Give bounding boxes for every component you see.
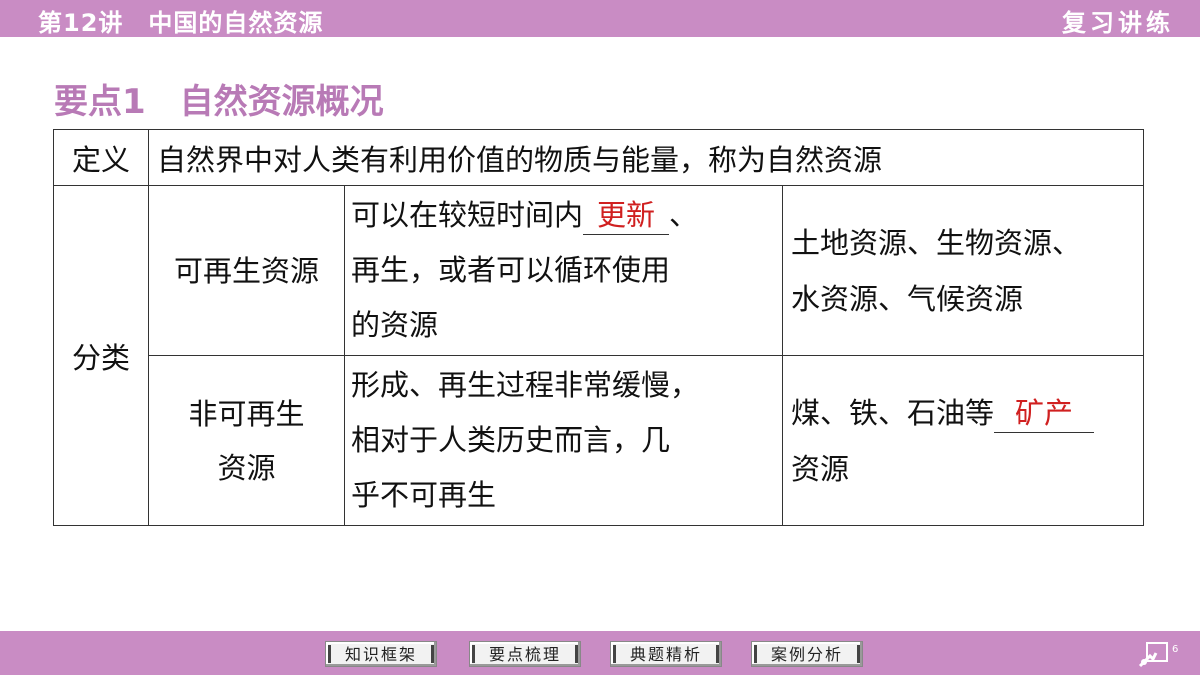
renewable-desc-after-3: 的资源 — [351, 308, 439, 342]
nonrenewable-desc-1: 形成、再生过程非常缓慢， — [351, 368, 700, 402]
nav-button-knowledge-framework[interactable]: 知识框架 — [325, 641, 437, 667]
renewable-examples-1: 土地资源、生物资源、 — [791, 225, 1082, 260]
renewable-desc-before: 可以在较短时间内 — [351, 198, 584, 232]
renewable-type: 可再生资源 — [148, 185, 345, 356]
nonrenewable-type: 非可再生 资源 — [148, 355, 345, 526]
renewable-examples: 土地资源、生物资源、 水资源、气候资源 — [782, 185, 1144, 356]
nav-button-typical-examples[interactable]: 典题精析 — [610, 641, 722, 667]
nonrenewable-desc-2: 相对于人类历史而言，几 — [351, 423, 671, 457]
nonrenewable-examples-after: 资源 — [791, 451, 850, 486]
renewable-desc-after-2: 再生，或者可以循环使用 — [351, 253, 671, 287]
page-pointer-icon[interactable] — [1138, 640, 1172, 668]
nonrenewable-description: 形成、再生过程非常缓慢， 相对于人类历史而言，几 乎不可再生 — [344, 355, 783, 526]
nonrenewable-type-2: 资源 — [217, 450, 276, 485]
definition-label: 定义 — [53, 129, 149, 186]
lecture-title: 第12讲 中国的自然资源 — [38, 9, 324, 37]
nav-button-case-analysis[interactable]: 案例分析 — [751, 641, 863, 667]
header-bar: 第12讲 中国的自然资源 复习讲练 — [0, 0, 1200, 37]
table-row: 定义 自然界中对人类有利用价值的物质与能量，称为自然资源 — [53, 129, 1144, 186]
section-label: 复习讲练 — [1062, 9, 1174, 37]
table-row: 分类 可再生资源 可以在较短时间内 更新、再生，或者可以循环使用 的资源 土地资源、… — [53, 185, 1144, 526]
nav-button-key-points[interactable]: 要点梳理 — [469, 641, 581, 667]
nonrenewable-examples-before: 煤、铁、石油等 — [791, 395, 995, 430]
page-number: 6 — [1172, 644, 1179, 655]
section-heading: 要点1 自然资源概况 — [54, 82, 384, 122]
nonrenewable-type-1: 非可再生 — [188, 396, 305, 431]
table-row: 非可再生资源 形成、再生过程非常缓慢， 相对于人类历史而言，几 乎不可再生 煤、铁、… — [54, 355, 1144, 526]
definition-text: 自然界中对人类有利用价值的物质与能量，称为自然资源 — [148, 129, 1144, 186]
renewable-examples-2: 水资源、气候资源 — [791, 281, 1024, 316]
nonrenewable-desc-3: 乎不可再生 — [351, 478, 497, 512]
nonrenewable-examples: 煤、铁、石油等 矿产资源 — [782, 355, 1144, 526]
renewable-description: 可以在较短时间内 更新、再生，或者可以循环使用 的资源 — [344, 185, 783, 356]
nonrenewable-answer-blank: 矿产 — [994, 394, 1095, 433]
renewable-answer-blank: 更新 — [583, 196, 670, 235]
renewable-desc-after-1: 、 — [669, 198, 699, 232]
category-label: 分类 — [53, 185, 149, 526]
resource-table: 定义 自然界中对人类有利用价值的物质与能量，称为自然资源 分类 可再生资源 可以… — [53, 129, 1144, 526]
footer-bar — [0, 631, 1200, 675]
